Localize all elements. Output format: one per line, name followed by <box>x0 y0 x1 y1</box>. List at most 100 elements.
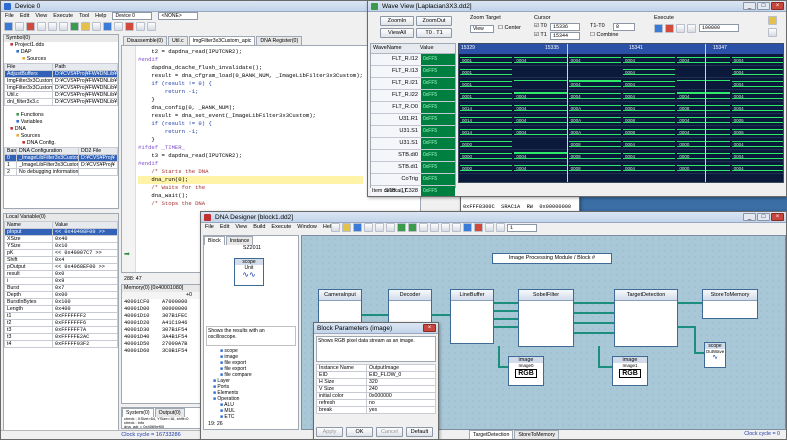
grid-icon[interactable] <box>430 223 439 232</box>
connection-line[interactable] <box>574 332 614 334</box>
connection-line[interactable] <box>574 312 614 314</box>
minimize-icon[interactable]: _ <box>743 2 756 10</box>
viewall-button[interactable]: ViewAll <box>380 28 414 38</box>
t1-input[interactable]: 15344 <box>550 32 580 40</box>
tab-targetdetection[interactable]: TargetDetection <box>469 430 514 439</box>
tab-disassemble[interactable]: Disassemble(0) <box>123 36 168 45</box>
menu-view[interactable]: View <box>235 223 247 232</box>
tree-functions[interactable]: ■ Functions <box>4 112 118 119</box>
dna-icon[interactable] <box>125 22 134 31</box>
block-storetomemory[interactable]: StoreToMemory <box>702 289 758 319</box>
wave-row[interactable] <box>459 174 783 182</box>
wave-signal-name[interactable]: STB.di0 <box>371 150 421 162</box>
wave-row[interactable]: 0001 0004 0004 <box>459 66 783 81</box>
image-block-1[interactable]: image Image1 RGB <box>612 356 648 386</box>
apply-button[interactable]: Apply <box>316 427 343 437</box>
t1-checkbox[interactable]: ☑ T1 <box>534 32 547 38</box>
param-row[interactable]: initial color 0x000000 <box>316 392 436 400</box>
wave-signal-name[interactable]: FLT_R.I21 <box>371 78 421 90</box>
menu-file[interactable]: File <box>205 223 214 232</box>
copy-icon[interactable] <box>375 223 384 232</box>
table-row[interactable]: AdjustBuffers D:¥CVS¥Proj¥FW¥DNLib¥sa <box>4 70 118 78</box>
combine-checkbox[interactable]: ☐ Combine <box>590 32 618 38</box>
wave-row[interactable]: 0014 0004 000A 0008 0004 0005 <box>459 126 783 138</box>
wave-signal-name[interactable]: FLT_R.O0 <box>371 102 421 114</box>
memory-row[interactable]: 40001D10 307B1FEC <box>122 313 202 320</box>
connection-line[interactable] <box>494 318 518 320</box>
connection-line[interactable] <box>362 314 388 316</box>
fit-icon[interactable] <box>419 223 428 232</box>
table-row[interactable]: 1 _ImageLibFilter3x3Custom D:¥CVS¥Proj¥ <box>4 161 118 169</box>
step-out-icon[interactable] <box>59 22 68 31</box>
memory-row[interactable]: 40001D20 A41C1946 <box>122 320 202 327</box>
maximize-icon[interactable]: □ <box>757 213 770 221</box>
wave-signal-name[interactable]: U31.S1 <box>371 126 421 138</box>
connection-line[interactable] <box>574 302 614 304</box>
table-row[interactable]: i 0x9 <box>4 277 118 285</box>
connection-line[interactable] <box>694 326 696 352</box>
tab-dna-register[interactable]: DNA Register(0) <box>256 36 303 45</box>
memory-row[interactable]: 40001D00 00000000 <box>122 306 202 313</box>
param-value[interactable]: 240 <box>366 385 436 393</box>
save-icon[interactable] <box>353 223 362 232</box>
scope-block[interactable]: scope OutWave ∿ <box>704 342 726 368</box>
align-icon[interactable] <box>441 223 450 232</box>
table-row[interactable]: 0 _ImageLibFilter3x3Custom D:¥CVS¥Proj¥ <box>4 154 118 162</box>
menu-file[interactable]: File <box>5 12 14 21</box>
table-row[interactable]: 2 No debugging information <box>4 168 118 176</box>
memory-row[interactable]: 40001CF0 A7000000 <box>122 299 202 306</box>
menu-edit[interactable]: Edit <box>20 12 29 21</box>
palette-scope-block[interactable]: scope Unit ∿∿ <box>234 258 264 286</box>
cycle-icon[interactable] <box>496 223 505 232</box>
step-over-icon[interactable] <box>48 22 57 31</box>
memory-row[interactable]: 40001D30 307B1F54 <box>122 327 202 334</box>
table-row[interactable]: BurstInBytes 0x100 <box>4 298 118 306</box>
param-value[interactable]: OutputImage <box>366 364 436 372</box>
table-row[interactable]: pInput << 0x40498F00 >> <box>4 228 118 236</box>
tree-project-root[interactable]: ■ Project1.dds <box>4 42 118 49</box>
table-row[interactable]: pOutput << 0x4068EF00 >> <box>4 263 118 271</box>
view-select[interactable]: View <box>470 25 494 33</box>
close-icon[interactable]: × <box>771 2 784 10</box>
menu-view[interactable]: View <box>35 12 47 21</box>
connection-line[interactable] <box>598 346 600 368</box>
block-targetdetection[interactable]: TargetDetection <box>614 289 678 347</box>
connection-line[interactable] <box>498 366 508 368</box>
tree-variables[interactable]: ■ Variables <box>4 119 118 126</box>
zoomin-button[interactable]: ZoomIn <box>380 16 414 26</box>
cursor-t1[interactable] <box>705 44 706 182</box>
tree-dna[interactable]: ■ DNA <box>4 126 118 133</box>
wave-signal-name[interactable]: STB.di1 <box>371 162 421 174</box>
menu-help[interactable]: Help <box>95 12 106 21</box>
record-icon[interactable] <box>768 16 777 25</box>
memory-row[interactable]: 40001D40 3A4B1F54 <box>122 334 202 341</box>
menu-execute[interactable]: Execute <box>53 12 73 21</box>
watch-icon[interactable] <box>114 22 123 31</box>
paste-icon[interactable] <box>386 223 395 232</box>
step-into-icon[interactable] <box>37 22 46 31</box>
table-row[interactable]: Depth 0x00 <box>4 291 118 299</box>
table-row[interactable]: ImgFilter3x3Custom_apicD:¥CVS¥Proj¥FW¥DN… <box>4 84 118 92</box>
wave-row[interactable]: 0000 0008 0004 0000 0004 <box>459 138 783 153</box>
tree-dap[interactable]: ■ DAP <box>4 49 118 56</box>
stop-icon[interactable] <box>474 223 483 232</box>
wave-row[interactable]: 0001 0004 0004 0004 0004 0004 <box>459 54 783 66</box>
tab-imgfilter[interactable]: ImgFilter3x3Custom_apic <box>188 36 256 45</box>
table-row[interactable]: t3 0xFFFFFF7A <box>4 326 118 334</box>
block-sobelfilter[interactable]: SobelFilter <box>518 289 574 347</box>
tab-output[interactable]: Output(0) <box>154 408 185 417</box>
table-row[interactable]: t4 0xFFFFF03F2 <box>4 340 118 348</box>
tree-dna-sources[interactable]: ■ Sources <box>4 133 118 140</box>
export-icon[interactable] <box>768 28 777 37</box>
connection-line[interactable] <box>574 322 614 324</box>
palette-tree-item[interactable]: ■ ETC <box>206 414 296 420</box>
zoom-out-icon[interactable] <box>408 223 417 232</box>
ok-button[interactable]: OK <box>346 427 373 437</box>
table-row[interactable]: t3 0xFFFFFE2AC <box>4 333 118 341</box>
wave-row[interactable]: 0000 0004 0008 0004 0000 0004 <box>459 150 783 162</box>
minimize-icon[interactable]: _ <box>743 213 756 221</box>
zoomout-button[interactable]: ZoomOut <box>416 16 452 26</box>
connection-line[interactable] <box>498 346 500 368</box>
tree-dna-config[interactable]: ■ DNA Config. <box>4 140 118 147</box>
execute-input[interactable]: 100000 <box>699 24 739 32</box>
